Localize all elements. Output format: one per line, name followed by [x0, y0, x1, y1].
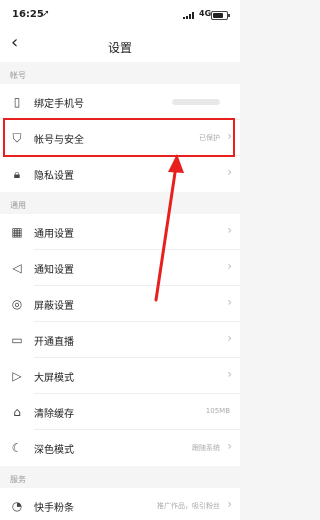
- annotation-arrow: [154, 154, 184, 302]
